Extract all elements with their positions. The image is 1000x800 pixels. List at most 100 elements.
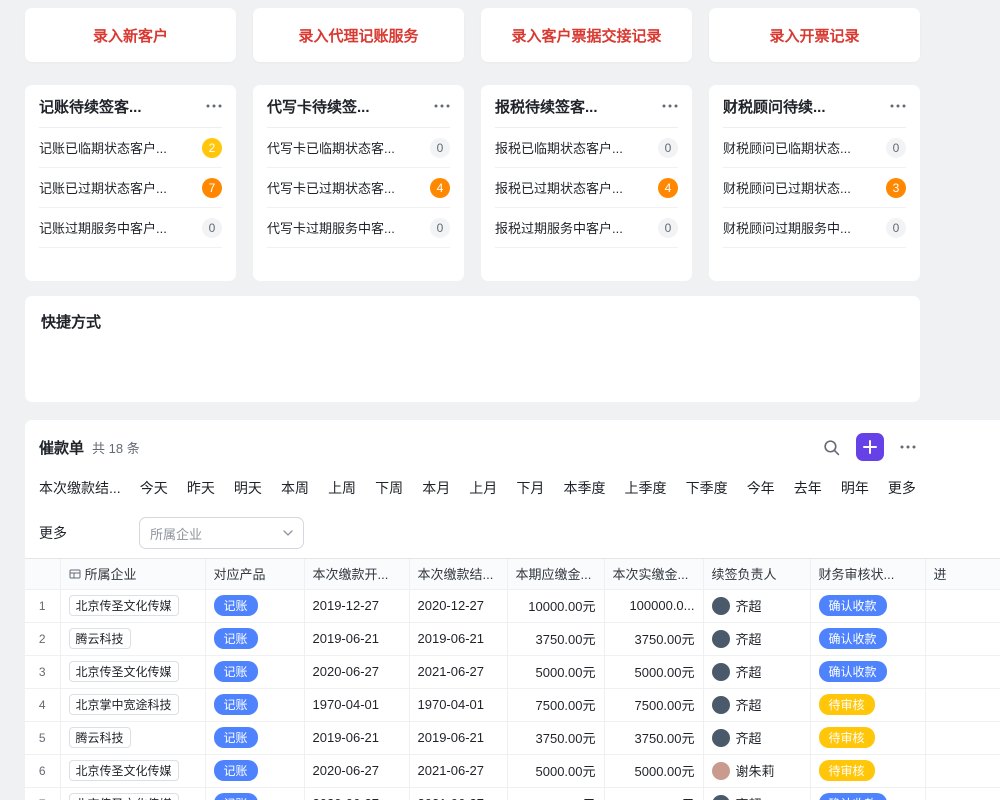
card-more-icon[interactable] xyxy=(434,104,450,108)
search-icon[interactable] xyxy=(823,439,840,456)
card-more-icon[interactable] xyxy=(662,104,678,108)
pay-start-cell[interactable]: 2019-06-21 xyxy=(304,622,409,655)
date-filter-next-week[interactable]: 下周 xyxy=(375,478,403,498)
progress-cell[interactable] xyxy=(925,787,1000,800)
product-pill[interactable]: 记账 xyxy=(214,628,258,649)
amount-paid-cell[interactable]: 3750.00元 xyxy=(604,721,703,754)
status-cell[interactable]: 确认收款 xyxy=(810,787,925,800)
more-conditions-link[interactable]: 更多 xyxy=(39,523,67,543)
stat-item[interactable]: 报税已过期状态客户... 4 xyxy=(495,168,678,208)
header-progress[interactable]: 进 xyxy=(925,559,1000,589)
table-row[interactable]: 7 北京传圣文化传媒 记账 2020-06-27 2021-06-27 5000… xyxy=(25,787,1000,800)
owner-cell[interactable]: 齐超 xyxy=(703,688,810,721)
date-filter-this-month[interactable]: 本月 xyxy=(422,478,450,498)
table-row[interactable]: 5 腾云科技 记账 2019-06-21 2019-06-21 3750.00元… xyxy=(25,721,1000,754)
amount-paid-cell[interactable]: 3750.00元 xyxy=(604,622,703,655)
header-amount-paid[interactable]: 本次实缴金... xyxy=(604,559,703,589)
stat-item[interactable]: 记账过期服务中客户... 0 xyxy=(39,208,222,248)
header-renewal-owner[interactable]: 续签负责人 xyxy=(703,559,810,589)
pay-start-cell[interactable]: 2020-06-27 xyxy=(304,655,409,688)
date-filter-this-year[interactable]: 今年 xyxy=(747,478,775,498)
add-record-button[interactable] xyxy=(856,433,884,461)
header-pay-end[interactable]: 本次缴款结... xyxy=(409,559,507,589)
date-filter-yesterday[interactable]: 昨天 xyxy=(187,478,215,498)
table-row[interactable]: 2 腾云科技 记账 2019-06-21 2019-06-21 3750.00元… xyxy=(25,622,1000,655)
status-cell[interactable]: 确认收款 xyxy=(810,589,925,622)
date-filter-this-quarter[interactable]: 本季度 xyxy=(563,478,605,498)
status-cell[interactable]: 待审核 xyxy=(810,754,925,787)
status-cell[interactable]: 确认收款 xyxy=(810,622,925,655)
progress-cell[interactable] xyxy=(925,589,1000,622)
amount-due-cell[interactable]: 5000.00元 xyxy=(507,754,604,787)
pay-end-cell[interactable]: 2021-06-27 xyxy=(409,787,507,800)
company-tag[interactable]: 腾云科技 xyxy=(69,628,131,649)
amount-due-cell[interactable]: 3750.00元 xyxy=(507,622,604,655)
stat-item[interactable]: 财税顾问已临期状态... 0 xyxy=(723,128,906,168)
quick-action-bookkeeping-service[interactable]: 录入代理记账服务 xyxy=(253,8,464,62)
progress-cell[interactable] xyxy=(925,754,1000,787)
owner-cell[interactable]: 齐超 xyxy=(703,721,810,754)
date-filter-last-quarter[interactable]: 上季度 xyxy=(625,478,667,498)
progress-cell[interactable] xyxy=(925,622,1000,655)
amount-paid-cell[interactable]: 100000.0... xyxy=(604,589,703,622)
progress-cell[interactable] xyxy=(925,721,1000,754)
date-filter-last-week[interactable]: 上周 xyxy=(328,478,356,498)
table-row[interactable]: 6 北京传圣文化传媒 记账 2020-06-27 2021-06-27 5000… xyxy=(25,754,1000,787)
product-pill[interactable]: 记账 xyxy=(214,727,258,748)
header-finance-status[interactable]: 财务审核状... xyxy=(810,559,925,589)
date-filter-today[interactable]: 今天 xyxy=(140,478,168,498)
company-tag[interactable]: 北京传圣文化传媒 xyxy=(69,661,179,682)
company-tag[interactable]: 北京传圣文化传媒 xyxy=(69,595,179,616)
stat-item[interactable]: 代写卡已过期状态客... 4 xyxy=(267,168,450,208)
amount-due-cell[interactable]: 5000.00元 xyxy=(507,655,604,688)
date-filter-this-week[interactable]: 本周 xyxy=(281,478,309,498)
date-filter-next-quarter[interactable]: 下季度 xyxy=(686,478,728,498)
header-pay-start[interactable]: 本次缴款开... xyxy=(304,559,409,589)
pay-start-cell[interactable]: 2020-06-27 xyxy=(304,787,409,800)
pay-end-cell[interactable]: 2021-06-27 xyxy=(409,754,507,787)
product-pill[interactable]: 记账 xyxy=(214,760,258,781)
pay-end-cell[interactable]: 2019-06-21 xyxy=(409,622,507,655)
stat-item[interactable]: 报税已临期状态客户... 0 xyxy=(495,128,678,168)
date-filter-last-year[interactable]: 去年 xyxy=(794,478,822,498)
stat-item[interactable]: 报税过期服务中客户... 0 xyxy=(495,208,678,248)
stat-item[interactable]: 代写卡过期服务中客... 0 xyxy=(267,208,450,248)
owner-cell[interactable]: 齐超 xyxy=(703,589,810,622)
stat-item[interactable]: 记账已临期状态客户... 2 xyxy=(39,128,222,168)
company-tag[interactable]: 北京掌中宽途科技 xyxy=(69,694,179,715)
table-row[interactable]: 3 北京传圣文化传媒 记账 2020-06-27 2021-06-27 5000… xyxy=(25,655,1000,688)
owner-cell[interactable]: 齐超 xyxy=(703,655,810,688)
pay-start-cell[interactable]: 2019-06-21 xyxy=(304,721,409,754)
amount-paid-cell[interactable]: 5000.00元 xyxy=(604,655,703,688)
stat-item[interactable]: 代写卡已临期状态客... 0 xyxy=(267,128,450,168)
amount-paid-cell[interactable]: 7500.00元 xyxy=(604,688,703,721)
enterprise-select[interactable]: 所属企业 xyxy=(139,517,304,549)
company-tag[interactable]: 腾云科技 xyxy=(69,727,131,748)
header-amount-due[interactable]: 本期应缴金... xyxy=(507,559,604,589)
table-row[interactable]: 4 北京掌中宽途科技 记账 1970-04-01 1970-04-01 7500… xyxy=(25,688,1000,721)
amount-paid-cell[interactable]: 5000.00元 xyxy=(604,787,703,800)
stat-item[interactable]: 财税顾问已过期状态... 3 xyxy=(723,168,906,208)
more-icon[interactable] xyxy=(900,445,916,449)
amount-due-cell[interactable]: 5000.00元 xyxy=(507,787,604,800)
pay-end-cell[interactable]: 2019-06-21 xyxy=(409,721,507,754)
company-tag[interactable]: 北京传圣文化传媒 xyxy=(69,760,179,781)
amount-due-cell[interactable]: 10000.00元 xyxy=(507,589,604,622)
quick-action-bill-handover[interactable]: 录入客户票据交接记录 xyxy=(481,8,692,62)
card-more-icon[interactable] xyxy=(890,104,906,108)
pay-start-cell[interactable]: 2019-12-27 xyxy=(304,589,409,622)
product-pill[interactable]: 记账 xyxy=(214,793,258,800)
amount-due-cell[interactable]: 3750.00元 xyxy=(507,721,604,754)
product-pill[interactable]: 记账 xyxy=(214,595,258,616)
pay-end-cell[interactable]: 2021-06-27 xyxy=(409,655,507,688)
status-cell[interactable]: 待审核 xyxy=(810,721,925,754)
product-pill[interactable]: 记账 xyxy=(214,661,258,682)
header-company[interactable]: 所属企业 xyxy=(60,559,205,589)
owner-cell[interactable]: 齐超 xyxy=(703,787,810,800)
table-row[interactable]: 1 北京传圣文化传媒 记账 2019-12-27 2020-12-27 1000… xyxy=(25,589,1000,622)
pay-end-cell[interactable]: 2020-12-27 xyxy=(409,589,507,622)
owner-cell[interactable]: 谢朱莉 xyxy=(703,754,810,787)
product-pill[interactable]: 记账 xyxy=(214,694,258,715)
quick-action-invoice-record[interactable]: 录入开票记录 xyxy=(709,8,920,62)
pay-start-cell[interactable]: 2020-06-27 xyxy=(304,754,409,787)
